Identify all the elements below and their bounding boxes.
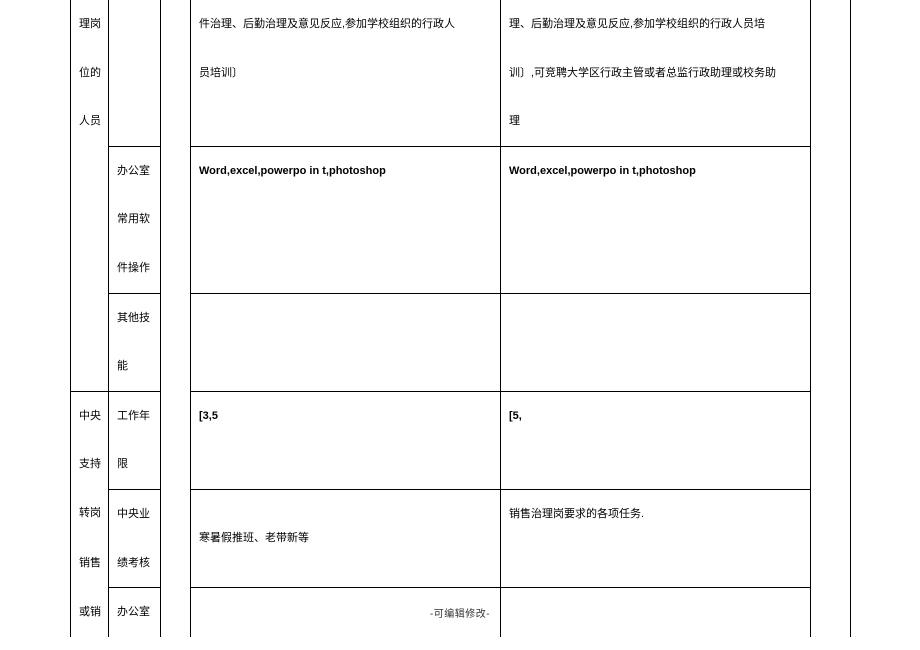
cell-cat1: 转岗 xyxy=(71,489,109,538)
page-footer: -可编辑修改- xyxy=(0,605,920,620)
cell-text-a: 员培训〕 xyxy=(191,49,501,98)
cell-text-a: [3,5 xyxy=(191,391,501,440)
cell-text-a xyxy=(191,195,501,244)
cell-cat2: 绩考核 xyxy=(109,539,161,588)
cell-cat1: 位的 xyxy=(71,49,109,98)
cell-cat2: 其他技 xyxy=(109,293,161,342)
cell-cat2: 工作年 xyxy=(109,391,161,440)
cell-text-a xyxy=(191,440,501,489)
cell-text-b: Word,excel,powerpo in t,photoshop xyxy=(501,146,811,195)
cell-text-b xyxy=(501,293,811,342)
cell-cat1: 支持 xyxy=(71,440,109,489)
cell-cat2: 中央业 xyxy=(109,489,161,538)
cell-text-a xyxy=(191,342,501,391)
cell-cat2: 能 xyxy=(109,342,161,391)
cell-text-b: 理 xyxy=(501,97,811,146)
cell-cat1: 人员 xyxy=(71,97,109,146)
cell-text-b: 训〕,可竞聘大学区行政主管或者总监行政助理或校务助 xyxy=(501,49,811,98)
cell-tail xyxy=(811,0,851,637)
cell-cat1 xyxy=(71,244,109,293)
cell-text-b: 理、后勤治理及意见反应,参加学校组织的行政人员培 xyxy=(501,0,811,49)
cell-spacer xyxy=(161,0,191,637)
cell-text-a xyxy=(191,293,501,342)
cell-cat1 xyxy=(71,146,109,195)
cell-cat2 xyxy=(109,97,161,146)
cell-text-b xyxy=(501,342,811,391)
cell-cat2: 限 xyxy=(109,440,161,489)
cell-cat1 xyxy=(71,293,109,342)
cell-text-b: [5, xyxy=(501,391,811,440)
cell-text-b xyxy=(501,195,811,244)
cell-cat1: 销售 xyxy=(71,539,109,588)
document-page: 理岗 件治理、后勤治理及意见反应,参加学校组织的行政人 理、后勤治理及意见反应,… xyxy=(0,0,920,650)
cell-cat2 xyxy=(109,49,161,98)
cell-cat1: 中央 xyxy=(71,391,109,440)
cell-text-a: Word,excel,powerpo in t,photoshop xyxy=(191,146,501,195)
cell-cat2 xyxy=(109,0,161,49)
cell-cat1 xyxy=(71,195,109,244)
cell-text-b xyxy=(501,440,811,489)
cell-text-a xyxy=(191,244,501,293)
cell-text-b xyxy=(501,539,811,588)
cell-cat2: 办公室 xyxy=(109,146,161,195)
cell-text-a xyxy=(191,97,501,146)
main-table: 理岗 件治理、后勤治理及意见反应,参加学校组织的行政人 理、后勤治理及意见反应,… xyxy=(70,0,851,637)
cell-text-b: 销售治理岗要求的各项任务. xyxy=(501,489,811,538)
cell-cat2: 件操作 xyxy=(109,244,161,293)
cell-cat1 xyxy=(71,342,109,391)
cell-text-b xyxy=(501,244,811,293)
table-row: 理岗 件治理、后勤治理及意见反应,参加学校组织的行政人 理、后勤治理及意见反应,… xyxy=(71,0,851,49)
cell-text-a: 寒暑假推班、老带新等 xyxy=(191,489,501,587)
cell-cat2: 常用软 xyxy=(109,195,161,244)
cell-cat1: 理岗 xyxy=(71,0,109,49)
cell-text-a: 件治理、后勤治理及意见反应,参加学校组织的行政人 xyxy=(191,0,501,49)
